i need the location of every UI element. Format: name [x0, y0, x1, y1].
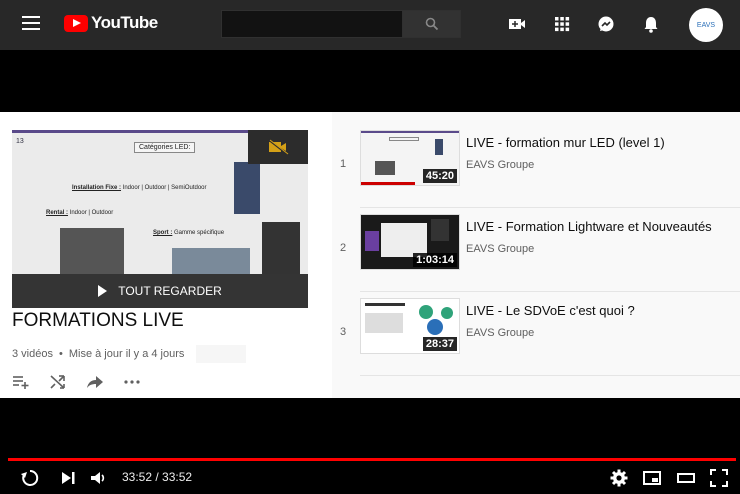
apps-grid-icon[interactable] — [552, 14, 572, 34]
share-icon[interactable] — [86, 374, 104, 390]
time-display: 33:52 / 33:52 — [122, 470, 193, 484]
next-video-icon[interactable] — [58, 468, 78, 488]
video-duration: 45:20 — [422, 169, 457, 183]
video-duration: 28:37 — [422, 337, 457, 351]
list-item[interactable]: 1 45:20 LIVE - formation mur LED (level … — [332, 124, 740, 208]
playlist-actions — [12, 374, 141, 390]
play-all-button[interactable]: TOUT REGARDER — [12, 274, 308, 308]
volume-icon[interactable] — [88, 468, 108, 488]
video-title[interactable]: LIVE - formation mur LED (level 1) — [466, 135, 665, 150]
video-thumbnail[interactable]: 28:37 — [360, 298, 460, 354]
slide-line-2: Rental : Indoor | Outdoor — [46, 210, 114, 216]
avatar[interactable]: EAVS — [689, 8, 723, 42]
video-channel[interactable]: EAVS Groupe — [466, 159, 534, 171]
video-index: 3 — [340, 326, 347, 338]
camera-off-badge — [248, 130, 308, 164]
search-input[interactable] — [221, 10, 403, 38]
miniplayer-icon[interactable] — [642, 468, 662, 488]
progress-bar[interactable] — [8, 458, 736, 461]
video-channel[interactable]: EAVS Groupe — [466, 243, 534, 255]
video-title[interactable]: LIVE - Formation Lightware et Nouveautés — [466, 219, 712, 234]
video-channel[interactable]: EAVS Groupe — [466, 327, 534, 339]
create-video-icon[interactable] — [507, 14, 527, 34]
play-icon — [98, 285, 108, 297]
updated-text: Mise à jour il y a 4 jours — [68, 348, 185, 360]
playlist-thumbnail[interactable]: 13 Catégories LED: Installation Fixe : I… — [12, 130, 308, 308]
slide-image-stadium — [172, 248, 250, 274]
fullscreen-icon[interactable] — [709, 468, 729, 488]
slide-number: 13 — [16, 138, 24, 145]
youtube-logo[interactable]: YouTube — [64, 13, 158, 33]
video-title[interactable]: LIVE - Le SDVoE c'est quoi ? — [466, 303, 635, 318]
privacy-badge — [196, 345, 247, 363]
shuffle-icon[interactable] — [49, 374, 67, 390]
search-button[interactable] — [402, 10, 461, 38]
video-thumbnail[interactable]: 1:03:14 — [360, 214, 460, 270]
list-item[interactable]: 2 1:03:14 LIVE - Formation Lightware et … — [332, 208, 740, 292]
youtube-play-icon — [64, 14, 88, 32]
video-duration: 1:03:14 — [413, 253, 457, 267]
menu-icon[interactable] — [22, 16, 40, 30]
playlist-header: 13 Catégories LED: Installation Fixe : I… — [0, 112, 332, 398]
slide-line-1: Installation Fixe : Indoor | Outdoor | S… — [72, 185, 207, 191]
video-count: 3 vidéos — [12, 348, 53, 360]
replay-icon[interactable] — [20, 468, 40, 488]
video-thumbnail[interactable]: 45:20 — [360, 130, 460, 186]
camera-off-icon — [268, 139, 289, 155]
slide-image-screen — [234, 162, 260, 214]
masthead: YouTube EAVS — [0, 0, 740, 50]
playlist-panel: 13 Catégories LED: Installation Fixe : I… — [0, 112, 740, 398]
theater-mode-icon[interactable] — [676, 468, 696, 488]
row-divider — [360, 375, 740, 376]
notifications-bell-icon[interactable] — [641, 14, 661, 34]
messages-icon[interactable] — [596, 14, 616, 34]
slide-heading: Catégories LED: — [134, 142, 196, 153]
save-to-queue-icon[interactable] — [12, 374, 30, 390]
slide-image-panel — [262, 222, 300, 274]
logo-text: YouTube — [91, 13, 158, 32]
list-item[interactable]: 3 28:37 LIVE - Le SDVoE c'est quoi ? EAV… — [332, 292, 740, 376]
video-index: 1 — [340, 158, 347, 170]
search-icon — [425, 17, 439, 31]
play-all-label: TOUT REGARDER — [118, 284, 222, 298]
video-index: 2 — [340, 242, 347, 254]
playlist-meta: 3 vidéos • Mise à jour il y a 4 jours — [12, 345, 247, 363]
settings-gear-icon[interactable] — [609, 468, 629, 488]
more-actions-icon[interactable] — [123, 374, 141, 390]
playlist-title[interactable]: FORMATIONS LIVE — [12, 310, 184, 332]
slide-line-3: Sport : Gamme spécifique — [153, 230, 225, 236]
meta-separator: • — [58, 348, 63, 360]
slide-image-rental — [60, 228, 124, 274]
